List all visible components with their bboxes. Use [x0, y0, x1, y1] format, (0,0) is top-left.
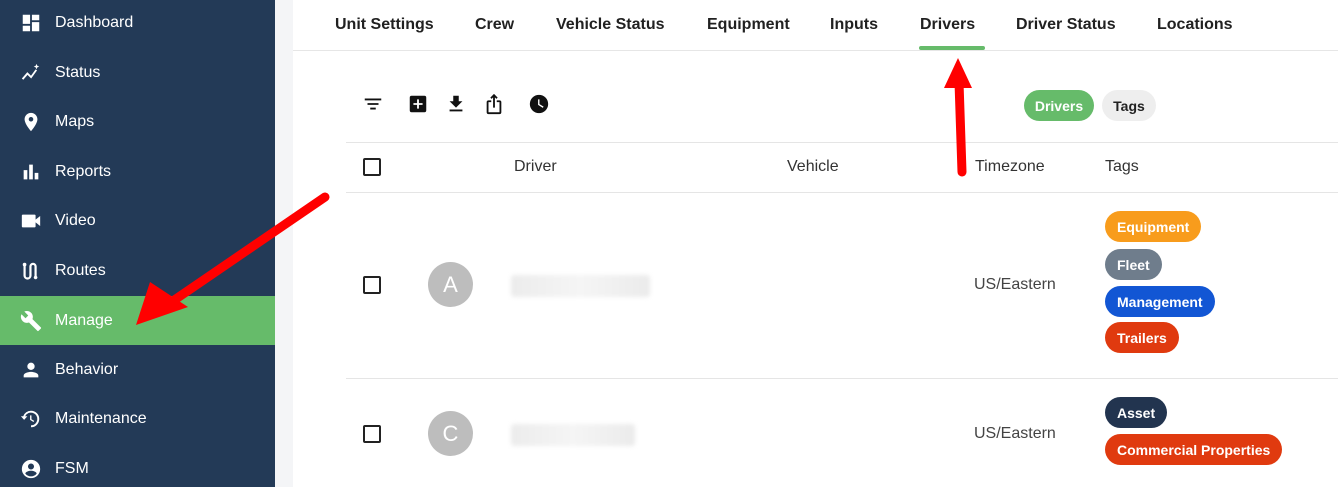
header-divider-left [346, 192, 406, 193]
tab-equipment[interactable]: Equipment [707, 0, 790, 50]
status-icon [19, 61, 43, 85]
account-circle-icon [19, 457, 43, 481]
bar-chart-icon [19, 160, 43, 184]
select-all-checkbox[interactable] [363, 158, 381, 176]
tab-driver-status[interactable]: Driver Status [1016, 0, 1116, 50]
share-icon[interactable] [483, 93, 505, 115]
sidebar-item-label: Video [55, 211, 96, 229]
tab-crew[interactable]: Crew [475, 0, 514, 50]
tab-vehicle-status[interactable]: Vehicle Status [556, 0, 665, 50]
route-icon [19, 259, 43, 283]
sidebar-item-label: Maintenance [55, 409, 147, 427]
map-pin-icon [19, 110, 43, 134]
timezone-cell: US/Eastern [974, 425, 1056, 442]
sidebar-item-reports[interactable]: Reports [0, 147, 275, 196]
tab-locations[interactable]: Locations [1157, 0, 1233, 50]
column-header-timezone[interactable]: Timezone [975, 158, 1045, 176]
column-header-tags[interactable]: Tags [1105, 158, 1139, 176]
table-top-divider [346, 142, 1338, 143]
sidebar-item-label: Routes [55, 261, 106, 279]
tag-badge: Management [1105, 286, 1215, 317]
tag-badge: Commercial Properties [1105, 434, 1283, 465]
filter-icon[interactable] [362, 93, 384, 115]
maintenance-icon [19, 407, 43, 431]
sidebar-item-manage[interactable]: Manage [0, 296, 275, 345]
row-checkbox[interactable] [363, 425, 381, 443]
column-header-vehicle[interactable]: Vehicle [787, 158, 839, 176]
sidebar-item-video[interactable]: Video [0, 196, 275, 245]
sidebar-item-behavior[interactable]: Behavior [0, 345, 275, 394]
header-divider [406, 192, 1338, 193]
clock-icon[interactable] [528, 93, 550, 115]
sidebar-item-maps[interactable]: Maps [0, 97, 275, 146]
driver-name-redacted [511, 424, 635, 446]
arrow-to-drivers-tab [944, 58, 972, 177]
sidebar-item-maintenance[interactable]: Maintenance [0, 394, 275, 443]
wrench-icon [19, 309, 43, 333]
person-icon [19, 358, 43, 382]
sidebar-item-dashboard[interactable]: Dashboard [0, 0, 275, 47]
download-icon[interactable] [445, 93, 467, 115]
tag-badge: Trailers [1105, 322, 1179, 353]
tab-inputs[interactable]: Inputs [830, 0, 878, 50]
sidebar-item-label: Status [55, 63, 101, 81]
sidebar-item-label: Reports [55, 162, 112, 180]
tab-bar: Unit Settings Crew Vehicle Status Equipm… [293, 0, 1338, 51]
tag-badge: Asset [1105, 397, 1168, 428]
sidebar-item-label: FSM [55, 459, 89, 477]
active-tab-indicator [919, 46, 985, 50]
row-divider [346, 378, 1338, 379]
driver-name-redacted [511, 275, 650, 297]
app-root: Dashboard Status Maps Reports Video Rout… [0, 0, 1338, 487]
drivers-chip[interactable]: Drivers [1024, 90, 1094, 121]
tag-badge: Equipment [1105, 211, 1202, 242]
add-box-icon[interactable] [407, 93, 429, 115]
tab-unit-settings[interactable]: Unit Settings [335, 0, 434, 50]
sidebar-item-routes[interactable]: Routes [0, 246, 275, 295]
avatar: A [428, 262, 473, 307]
row-checkbox[interactable] [363, 276, 381, 294]
avatar: C [428, 411, 473, 456]
sidebar-item-label: Maps [55, 112, 95, 130]
tag-badge: Fleet [1105, 249, 1162, 280]
sidebar-gutter [275, 0, 293, 487]
tab-drivers[interactable]: Drivers [920, 0, 975, 50]
dashboard-icon [19, 11, 43, 35]
column-header-driver[interactable]: Driver [514, 158, 557, 176]
sidebar-item-label: Dashboard [55, 13, 134, 31]
sidebar-item-label: Behavior [55, 360, 119, 378]
tags-chip[interactable]: Tags [1102, 90, 1156, 121]
sidebar: Dashboard Status Maps Reports Video Rout… [0, 0, 275, 487]
timezone-cell: US/Eastern [974, 276, 1056, 293]
sidebar-item-label: Manage [55, 311, 113, 329]
video-camera-icon [19, 209, 43, 233]
sidebar-item-fsm[interactable]: FSM [0, 444, 275, 487]
sidebar-item-status[interactable]: Status [0, 48, 275, 97]
